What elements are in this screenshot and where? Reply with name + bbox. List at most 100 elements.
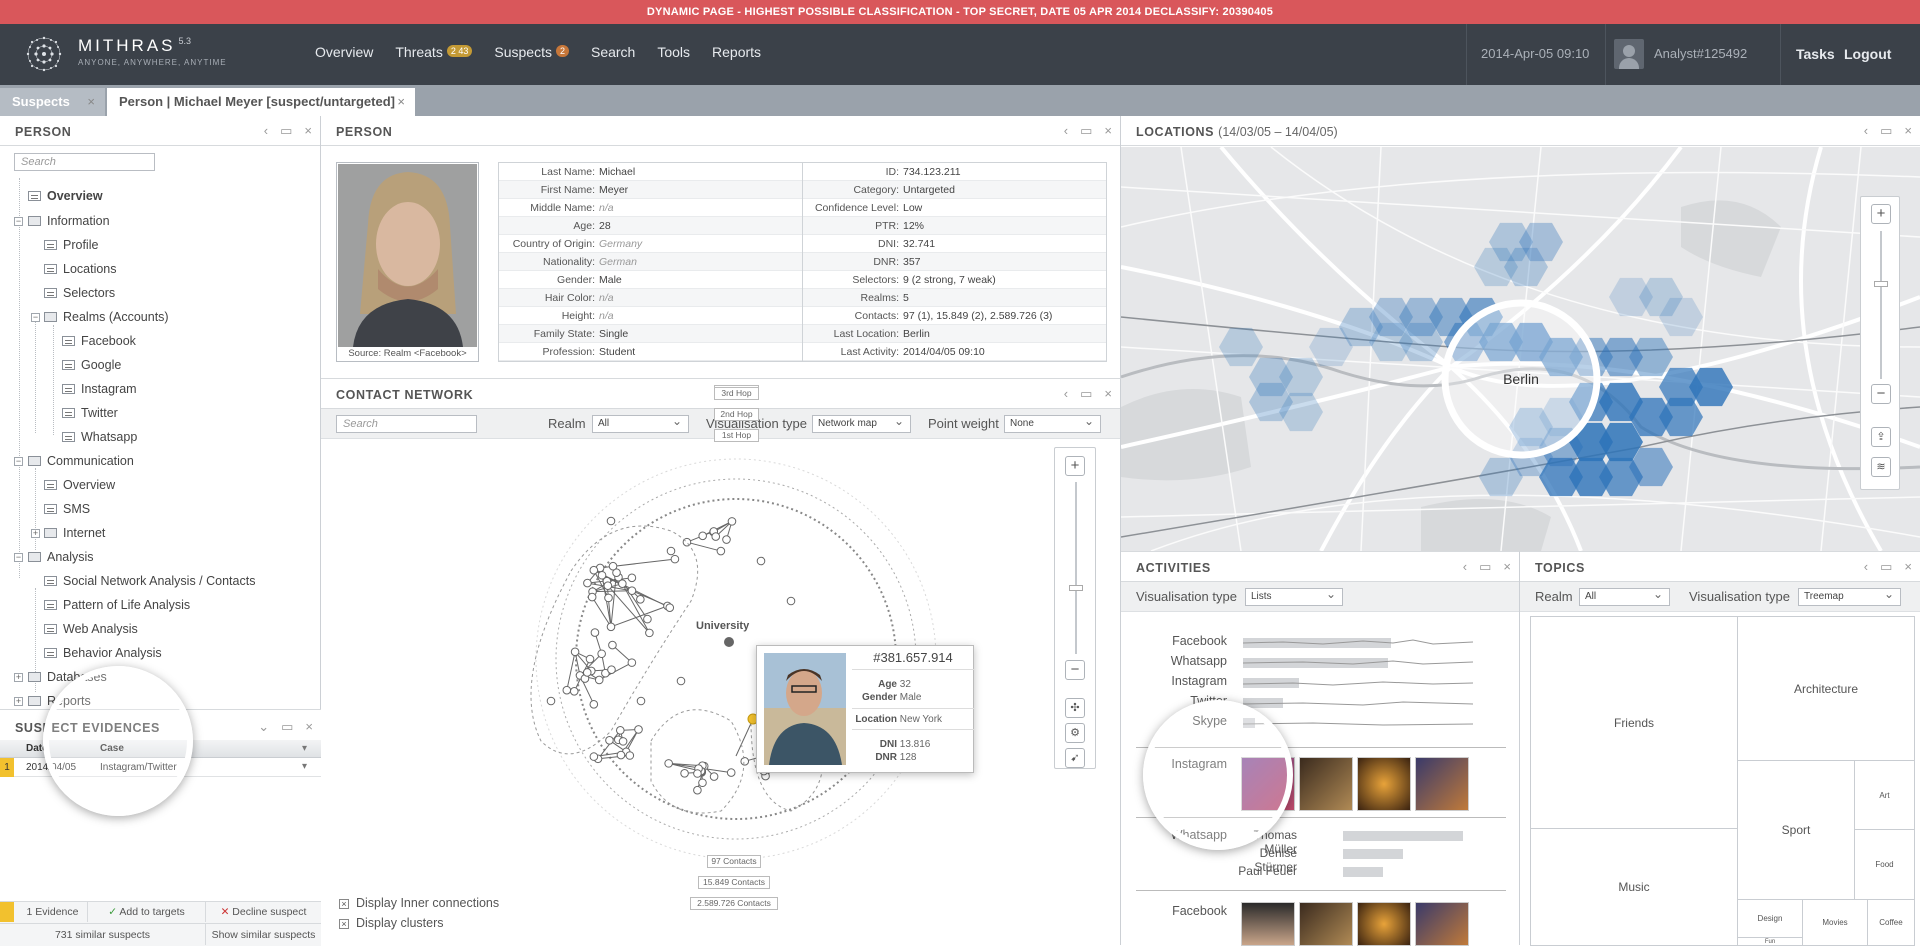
collapse-icon[interactable]: ‹: [264, 124, 268, 137]
nav-threats[interactable]: Threats2 43: [395, 44, 472, 60]
nav-suspects[interactable]: Suspects2: [494, 44, 569, 60]
tab-suspects[interactable]: Suspects×: [0, 88, 105, 116]
checkbox-icon[interactable]: ×: [339, 919, 349, 929]
clusters-option[interactable]: ×Display clusters: [339, 916, 444, 930]
zoom-slider-handle[interactable]: [1069, 585, 1083, 591]
tree-item-sna[interactable]: Social Network Analysis / Contacts: [44, 574, 255, 588]
maximize-icon[interactable]: ▭: [281, 720, 293, 733]
facebook-thumbnail[interactable]: [1357, 902, 1411, 946]
tree-item-selectors[interactable]: Selectors: [44, 286, 115, 300]
point-weight-select[interactable]: None: [1004, 415, 1101, 433]
tree-item-behavior[interactable]: Behavior Analysis: [44, 646, 162, 660]
tree-item-web-analysis[interactable]: Web Analysis: [44, 622, 138, 636]
close-icon[interactable]: ×: [1904, 124, 1912, 137]
nav-overview[interactable]: Overview: [315, 44, 373, 60]
treemap-cell-food[interactable]: Food: [1854, 829, 1915, 900]
nav-tools[interactable]: Tools: [657, 44, 690, 60]
tree-item-instagram[interactable]: Instagram: [62, 382, 137, 396]
nav-search[interactable]: Search: [591, 44, 635, 60]
inner-connections-option[interactable]: ×Display Inner connections: [339, 896, 499, 910]
close-icon[interactable]: ×: [304, 124, 312, 137]
layout-tool-icon[interactable]: ✣: [1065, 698, 1085, 718]
tree-item-pattern-of-life[interactable]: Pattern of Life Analysis: [44, 598, 190, 612]
tree-item-realms[interactable]: Realms (Accounts): [44, 310, 169, 324]
zoom-in-button[interactable]: +: [1871, 204, 1891, 224]
layers-icon[interactable]: ≋: [1871, 457, 1891, 477]
user-avatar-icon[interactable]: [1614, 39, 1644, 69]
maximize-icon[interactable]: ▭: [1080, 124, 1092, 137]
close-icon[interactable]: ×: [1104, 124, 1112, 137]
analyst-id[interactable]: Analyst#125492: [1654, 46, 1747, 61]
collapse-toggle-icon[interactable]: −: [14, 217, 23, 226]
close-icon[interactable]: ×: [1904, 560, 1912, 573]
treemap-cell-friends[interactable]: Friends: [1530, 616, 1738, 829]
add-to-targets-button[interactable]: ✓ Add to targets: [88, 902, 206, 922]
instagram-thumbnail[interactable]: [1357, 757, 1411, 811]
expand-toggle-icon[interactable]: +: [14, 697, 23, 706]
close-icon[interactable]: ×: [305, 720, 313, 733]
close-icon[interactable]: ×: [1503, 560, 1511, 573]
treemap-cell-coffee[interactable]: Coffee: [1867, 899, 1915, 946]
tasks-link[interactable]: Tasks: [1796, 46, 1835, 62]
profile-photo[interactable]: [338, 164, 477, 347]
tree-item-facebook[interactable]: Facebook: [62, 334, 136, 348]
maximize-icon[interactable]: ▭: [1880, 124, 1892, 137]
expand-toggle-icon[interactable]: +: [14, 673, 23, 682]
show-similar-button[interactable]: Show similar suspects: [206, 923, 321, 945]
maximize-icon[interactable]: ▭: [1080, 387, 1092, 400]
expand-toggle-icon[interactable]: +: [31, 529, 40, 538]
decline-suspect-button[interactable]: ✕ Decline suspect: [206, 902, 321, 922]
whatsapp-contact[interactable]: Paul Feuer: [1216, 864, 1297, 878]
facebook-thumbnail[interactable]: [1415, 902, 1469, 946]
tree-item-google[interactable]: Google: [62, 358, 121, 372]
close-icon[interactable]: ×: [1104, 387, 1112, 400]
realm-select[interactable]: All: [1579, 588, 1670, 606]
tree-item-profile[interactable]: Profile: [44, 238, 98, 252]
close-icon[interactable]: ×: [397, 88, 405, 116]
zoom-out-button[interactable]: −: [1065, 660, 1085, 680]
collapse-toggle-icon[interactable]: −: [14, 457, 23, 466]
collapse-icon[interactable]: ‹: [1064, 387, 1068, 400]
nav-reports[interactable]: Reports: [712, 44, 761, 60]
treemap-cell-design[interactable]: Design: [1737, 899, 1803, 938]
instagram-thumbnail[interactable]: [1299, 757, 1353, 811]
tree-item-analysis[interactable]: Analysis: [28, 550, 94, 564]
maximize-icon[interactable]: ▭: [1880, 560, 1892, 573]
nav-search-input[interactable]: Search: [14, 153, 155, 171]
cluster-tool-icon[interactable]: ⚙: [1065, 723, 1085, 743]
collapse-icon[interactable]: ‹: [1864, 124, 1868, 137]
treemap-cell-music[interactable]: Music: [1530, 828, 1738, 946]
collapse-icon[interactable]: ‹: [1463, 560, 1467, 573]
tree-item-twitter[interactable]: Twitter: [62, 406, 118, 420]
tree-item-information[interactable]: Information: [28, 214, 110, 228]
zoom-in-button[interactable]: +: [1065, 456, 1085, 476]
visualisation-type-select[interactable]: Network map: [812, 415, 911, 433]
logout-link[interactable]: Logout: [1844, 46, 1891, 62]
checkbox-icon[interactable]: ×: [339, 899, 349, 909]
tree-item-comm-overview[interactable]: Overview: [44, 478, 115, 492]
tree-item-internet[interactable]: Internet: [44, 526, 105, 540]
tree-item-overview[interactable]: Overview: [28, 189, 103, 203]
maximize-icon[interactable]: ▭: [280, 124, 292, 137]
realm-select[interactable]: All: [592, 415, 689, 433]
pointer-tool-icon[interactable]: ➹: [1065, 748, 1085, 768]
treemap-cell-architecture[interactable]: Architecture: [1737, 616, 1915, 761]
zoom-slider-handle[interactable]: [1874, 281, 1888, 287]
maximize-icon[interactable]: ▭: [1479, 560, 1491, 573]
collapse-icon[interactable]: ‹: [1064, 124, 1068, 137]
tree-item-communication[interactable]: Communication: [28, 454, 134, 468]
facebook-thumbnail[interactable]: [1299, 902, 1353, 946]
chevron-down-icon[interactable]: ⌄: [258, 720, 269, 733]
collapse-toggle-icon[interactable]: −: [14, 553, 23, 562]
column-menu-icon[interactable]: ▾: [302, 743, 307, 754]
tree-item-sms[interactable]: SMS: [44, 502, 90, 516]
locations-map[interactable]: Berlin: [1121, 147, 1920, 551]
treemap-cell-movies[interactable]: Movies: [1802, 899, 1868, 946]
instagram-thumbnail[interactable]: [1415, 757, 1469, 811]
collapse-icon[interactable]: ‹: [1864, 560, 1868, 573]
tree-item-whatsapp[interactable]: Whatsapp: [62, 430, 137, 444]
tab-person[interactable]: Person | Michael Meyer [suspect/untarget…: [107, 88, 415, 116]
treemap-cell-sport[interactable]: Sport: [1737, 760, 1855, 900]
tree-item-locations[interactable]: Locations: [44, 262, 117, 276]
visualisation-type-select[interactable]: Treemap: [1798, 588, 1901, 606]
